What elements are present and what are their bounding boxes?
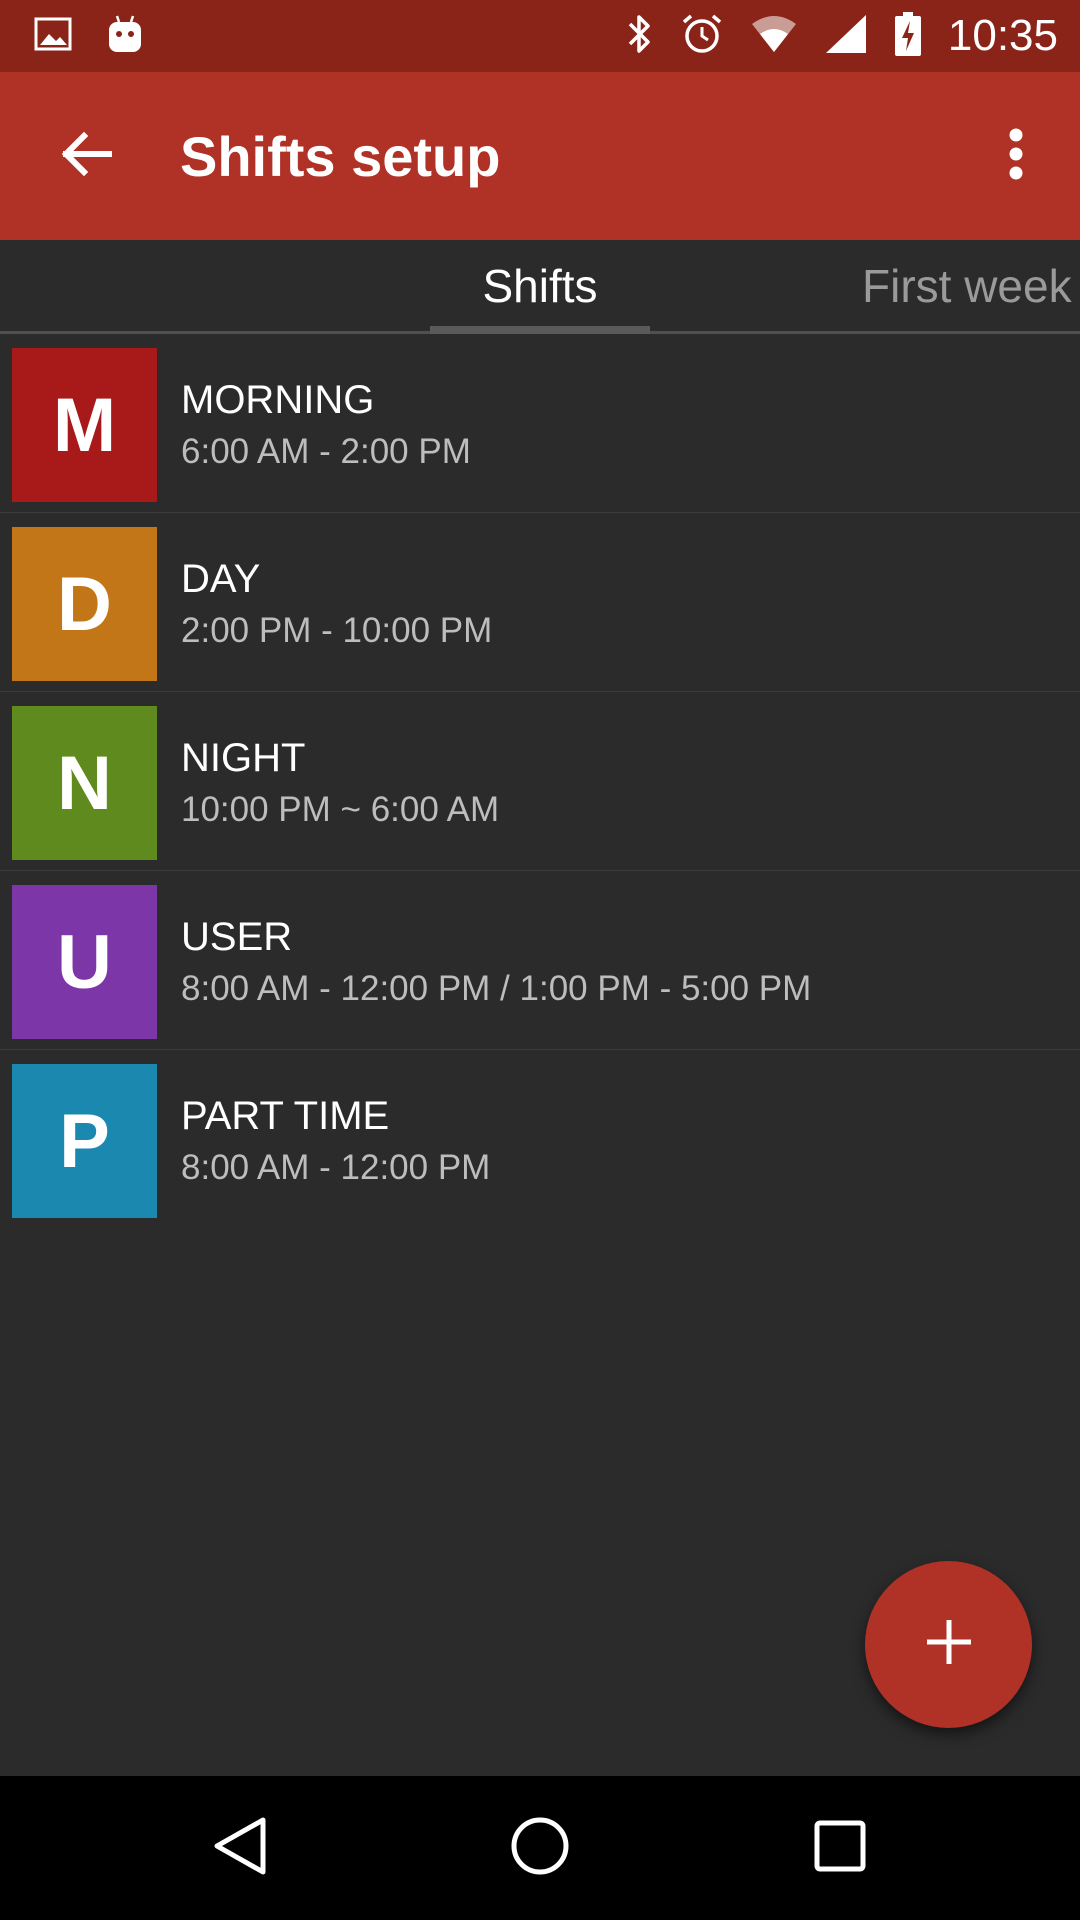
shift-row-user[interactable]: U USER 8:00 AM - 12:00 PM / 1:00 PM - 5:…: [0, 871, 1080, 1050]
tab-bar: Shifts First week: [0, 240, 1080, 334]
shift-time: 6:00 AM - 2:00 PM: [181, 432, 471, 471]
shift-time: 10:00 PM ~ 6:00 AM: [181, 790, 500, 829]
shift-name: DAY: [181, 557, 261, 601]
tab-first-week[interactable]: First week: [862, 240, 1080, 331]
alarm-icon: [680, 12, 724, 61]
plus-icon: [925, 1618, 973, 1671]
shift-time: 2:00 PM - 10:00 PM: [181, 611, 493, 650]
shift-name: PART TIME: [181, 1094, 390, 1138]
shift-time: 8:00 AM - 12:00 PM / 1:00 PM - 5:00 PM: [181, 969, 812, 1008]
cell-signal-icon: [824, 13, 868, 60]
shift-badge: M: [12, 348, 157, 502]
overflow-menu-button[interactable]: [992, 120, 1040, 192]
status-left: [34, 14, 144, 59]
tab-indicator: [430, 326, 650, 334]
shift-row-night[interactable]: N NIGHT 10:00 PM ~ 6:00 AM: [0, 692, 1080, 871]
status-time: 10:35: [947, 11, 1058, 60]
bluetooth-icon: [626, 12, 654, 61]
add-shift-button[interactable]: [865, 1561, 1032, 1728]
nav-back-button[interactable]: [180, 1776, 300, 1920]
shift-name: USER: [181, 915, 293, 959]
system-nav-bar: [0, 1776, 1080, 1920]
shift-badge: N: [12, 706, 157, 860]
more-vert-icon: [1008, 128, 1024, 185]
nav-recents-icon: [814, 1820, 866, 1877]
status-bar: 10:35: [0, 0, 1080, 72]
nav-home-button[interactable]: [480, 1776, 600, 1920]
shift-badge: U: [12, 885, 157, 1039]
image-icon: [34, 17, 72, 56]
app-bar: Shifts setup: [0, 72, 1080, 240]
shift-name: MORNING: [181, 378, 375, 422]
back-button[interactable]: [56, 126, 116, 186]
shift-badge: P: [12, 1064, 157, 1218]
shift-row-day[interactable]: D DAY 2:00 PM - 10:00 PM: [0, 513, 1080, 692]
shift-name: NIGHT: [181, 736, 306, 780]
page-title: Shifts setup: [180, 124, 501, 188]
arrow-back-icon: [60, 130, 113, 183]
nav-back-icon: [213, 1817, 267, 1880]
shift-row-morning[interactable]: M MORNING 6:00 AM - 2:00 PM: [0, 334, 1080, 513]
wifi-icon: [750, 14, 798, 59]
shift-row-part-time[interactable]: P PART TIME 8:00 AM - 12:00 PM: [0, 1050, 1080, 1229]
status-right: 10:35: [626, 11, 1058, 62]
battery-charging-icon: [894, 11, 922, 62]
tab-shifts[interactable]: Shifts: [430, 240, 650, 331]
android-icon: [106, 14, 144, 59]
shift-badge: D: [12, 527, 157, 681]
nav-home-icon: [510, 1816, 570, 1881]
shift-time: 8:00 AM - 12:00 PM: [181, 1148, 491, 1187]
nav-recents-button[interactable]: [780, 1776, 900, 1920]
shift-list: M MORNING 6:00 AM - 2:00 PM D DAY 2:00 P…: [0, 334, 1080, 1229]
